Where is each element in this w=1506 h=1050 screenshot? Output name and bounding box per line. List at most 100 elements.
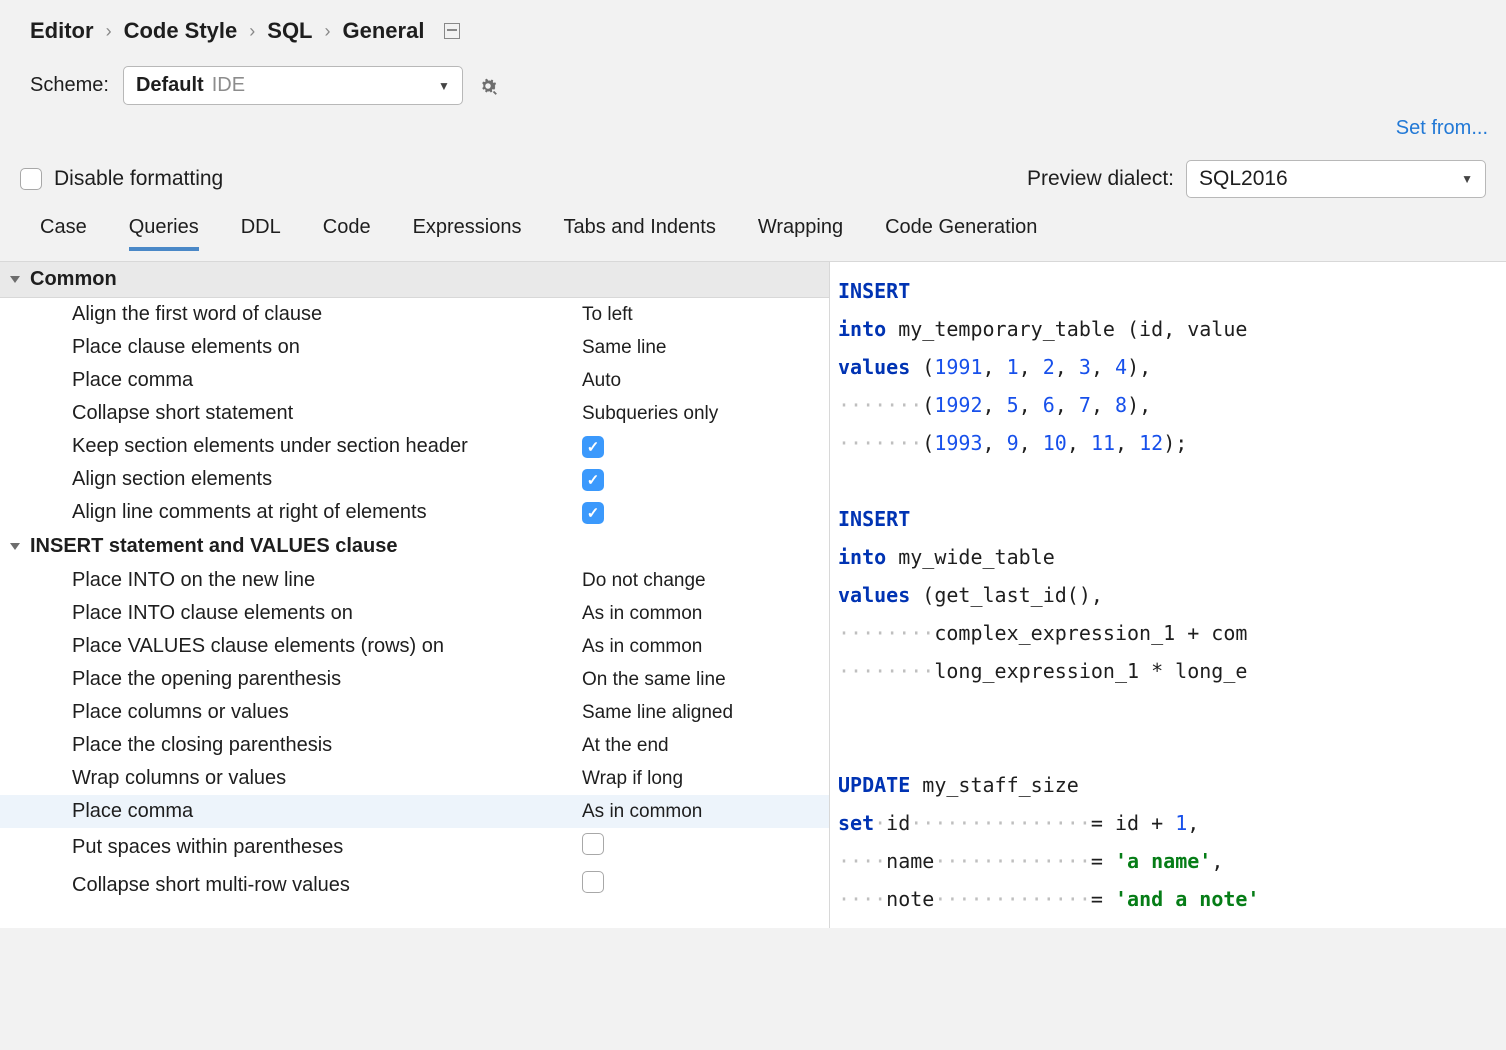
checkbox-icon[interactable] [582,436,604,458]
tab-code-generation[interactable]: Code Generation [885,216,1037,251]
tab-code[interactable]: Code [323,216,371,251]
setting-label: Collapse short statement [72,402,582,425]
setting-value: At the end [582,735,669,757]
preview-dialect-select[interactable]: SQL2016 ▼ [1186,160,1486,198]
section-header[interactable]: INSERT statement and VALUES clause [0,529,829,564]
tab-tabs-and-indents[interactable]: Tabs and Indents [564,216,716,251]
setting-row[interactable]: Align line comments at right of elements [0,496,829,529]
checkbox-icon[interactable] [582,469,604,491]
chevron-right-icon: › [325,21,331,42]
setting-label: Place comma [72,800,582,823]
scheme-label: Scheme: [30,74,109,97]
setting-row[interactable]: Place commaAs in common [0,795,829,828]
setting-label: Align section elements [72,468,582,491]
setting-value: Same line [582,337,667,359]
disable-formatting-checkbox[interactable]: Disable formatting [20,167,223,191]
setting-label: Place the closing parenthesis [72,734,582,757]
code-line [838,462,1498,500]
chevron-down-icon [10,276,20,283]
setting-value: Do not change [582,570,706,592]
code-line: ····note·············= 'and a note' [838,880,1498,918]
breadcrumb-item[interactable]: Editor [30,18,94,44]
chevron-right-icon: › [249,21,255,42]
setting-row[interactable]: Collapse short statementSubqueries only [0,397,829,430]
disable-formatting-label: Disable formatting [54,167,223,191]
setting-value: Subqueries only [582,403,718,425]
setting-row[interactable]: Place the closing parenthesisAt the end [0,729,829,762]
setting-row[interactable]: Wrap columns or valuesWrap if long [0,762,829,795]
setting-row[interactable]: Align section elements [0,463,829,496]
checkbox-icon[interactable] [582,502,604,524]
checkbox-icon [20,168,42,190]
setting-label: Align line comments at right of elements [72,501,582,524]
setting-value: On the same line [582,669,726,691]
setting-row[interactable]: Place INTO clause elements onAs in commo… [0,597,829,630]
code-line: values (1991, 1, 2, 3, 4), [838,348,1498,386]
setting-row[interactable]: Put spaces within parentheses [0,828,829,866]
setting-value: Auto [582,370,621,392]
setting-row[interactable]: Place clause elements onSame line [0,331,829,364]
code-line: into my_temporary_table (id, value [838,310,1498,348]
settings-panel: Common Align the first word of clauseTo l… [0,262,830,928]
set-from-link[interactable]: Set from... [1396,117,1488,139]
setting-value: Same line aligned [582,702,733,724]
tab-expressions[interactable]: Expressions [413,216,522,251]
scheme-select[interactable]: Default IDE ▼ [123,66,463,105]
setting-row[interactable]: Place the opening parenthesisOn the same… [0,663,829,696]
section-header[interactable]: Common [0,262,829,298]
tab-ddl[interactable]: DDL [241,216,281,251]
scheme-name: Default [136,74,204,97]
setting-row[interactable]: Keep section elements under section head… [0,430,829,463]
setting-value: As in common [582,603,702,625]
setting-row[interactable]: Collapse short multi-row values [0,866,829,904]
checkbox-icon[interactable] [582,833,604,855]
chevron-down-icon [10,543,20,550]
tab-wrapping[interactable]: Wrapping [758,216,843,251]
code-line [838,690,1498,728]
show-in-window-icon[interactable] [444,23,460,39]
chevron-right-icon: › [106,21,112,42]
tab-bar: Case Queries DDL Code Expressions Tabs and In… [0,216,1506,261]
breadcrumb: Editor › Code Style › SQL › General [30,18,1476,44]
code-line: set·id···············= id + 1, [838,804,1498,842]
code-line: into my_wide_table [838,538,1498,576]
preview-dialect-value: SQL2016 [1199,167,1288,191]
code-line: ·······(1992, 5, 6, 7, 8), [838,386,1498,424]
preview-dialect-label: Preview dialect: [1027,167,1174,191]
setting-row[interactable]: Align the first word of clauseTo left [0,298,829,331]
breadcrumb-item[interactable]: SQL [267,18,312,44]
chevron-down-icon: ▼ [438,79,450,93]
setting-value: As in common [582,636,702,658]
code-line: ·······(1993, 9, 10, 11, 12); [838,424,1498,462]
code-line: ········complex_expression_1 + com [838,614,1498,652]
setting-label: Place INTO clause elements on [72,602,582,625]
preview-panel: INSERTinto my_temporary_table (id, value… [830,262,1506,928]
code-line: values (get_last_id(), [838,576,1498,614]
setting-row[interactable]: Place columns or valuesSame line aligned [0,696,829,729]
setting-label: Place INTO on the new line [72,569,582,592]
scheme-ide-tag: IDE [212,74,245,97]
setting-row[interactable]: Place commaAuto [0,364,829,397]
setting-label: Put spaces within parentheses [72,836,582,859]
setting-label: Place VALUES clause elements (rows) on [72,635,582,658]
checkbox-icon[interactable] [582,871,604,893]
setting-row[interactable]: Place VALUES clause elements (rows) onAs… [0,630,829,663]
code-line: INSERT [838,272,1498,310]
setting-label: Place clause elements on [72,336,582,359]
tab-queries[interactable]: Queries [129,216,199,251]
section-title: Common [30,268,117,291]
setting-label: Place columns or values [72,701,582,724]
code-line: ········long_expression_1 * long_e [838,652,1498,690]
code-line: ····name·············= 'a name', [838,842,1498,880]
setting-row[interactable]: Place INTO on the new lineDo not change [0,564,829,597]
tab-case[interactable]: Case [40,216,87,251]
setting-label: Align the first word of clause [72,303,582,326]
chevron-down-icon: ▼ [1461,172,1473,186]
breadcrumb-item[interactable]: Code Style [124,18,238,44]
setting-label: Place comma [72,369,582,392]
breadcrumb-item[interactable]: General [343,18,425,44]
gear-icon[interactable] [477,75,499,97]
setting-label: Place the opening parenthesis [72,668,582,691]
setting-value: Wrap if long [582,768,683,790]
setting-label: Wrap columns or values [72,767,582,790]
